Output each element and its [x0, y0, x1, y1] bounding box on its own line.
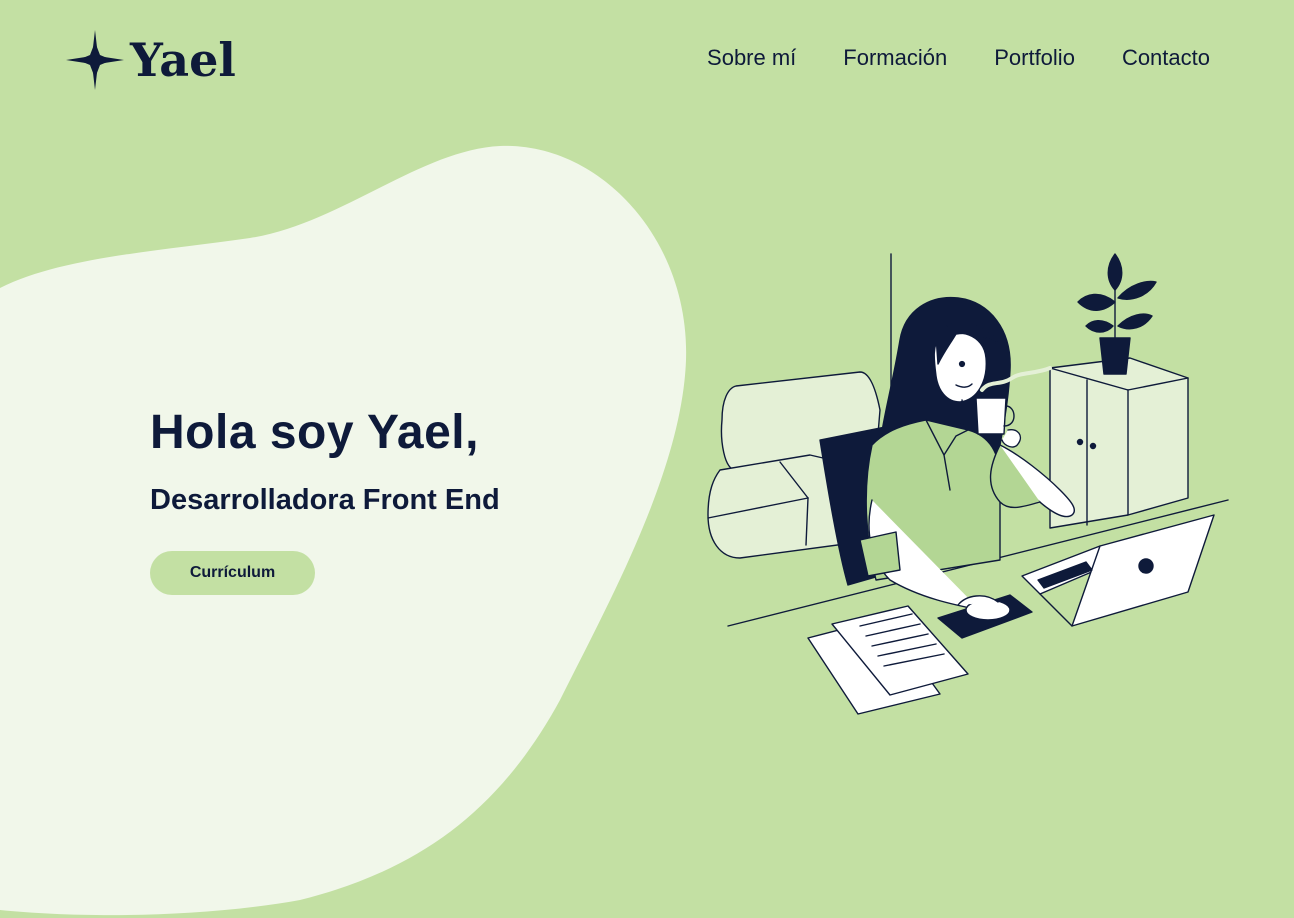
nav-item-formacion[interactable]: Formación	[843, 44, 947, 72]
main-nav: Sobre mí Formación Portfolio Contacto	[660, 44, 1210, 72]
four-point-star-icon	[66, 30, 124, 90]
nav-item-contacto[interactable]: Contacto	[1122, 44, 1210, 72]
brand-logo[interactable]: Yael	[66, 30, 236, 90]
nav-item-sobre-mi[interactable]: Sobre mí	[707, 44, 796, 72]
brand-name: Yael	[130, 33, 236, 87]
hero-greeting: Hola soy Yael,	[150, 406, 479, 459]
nav-item-portfolio[interactable]: Portfolio	[994, 44, 1075, 72]
woman-working-at-desk-illustration	[707, 253, 1229, 715]
page: Yael Sobre mí Formación Portfolio Contac…	[0, 0, 1294, 918]
hero-role: Desarrolladora Front End	[150, 484, 500, 516]
hero-section: Hola soy Yael, Desarrolladora Front End …	[150, 400, 500, 595]
curriculum-button[interactable]: Currículum	[150, 551, 315, 595]
